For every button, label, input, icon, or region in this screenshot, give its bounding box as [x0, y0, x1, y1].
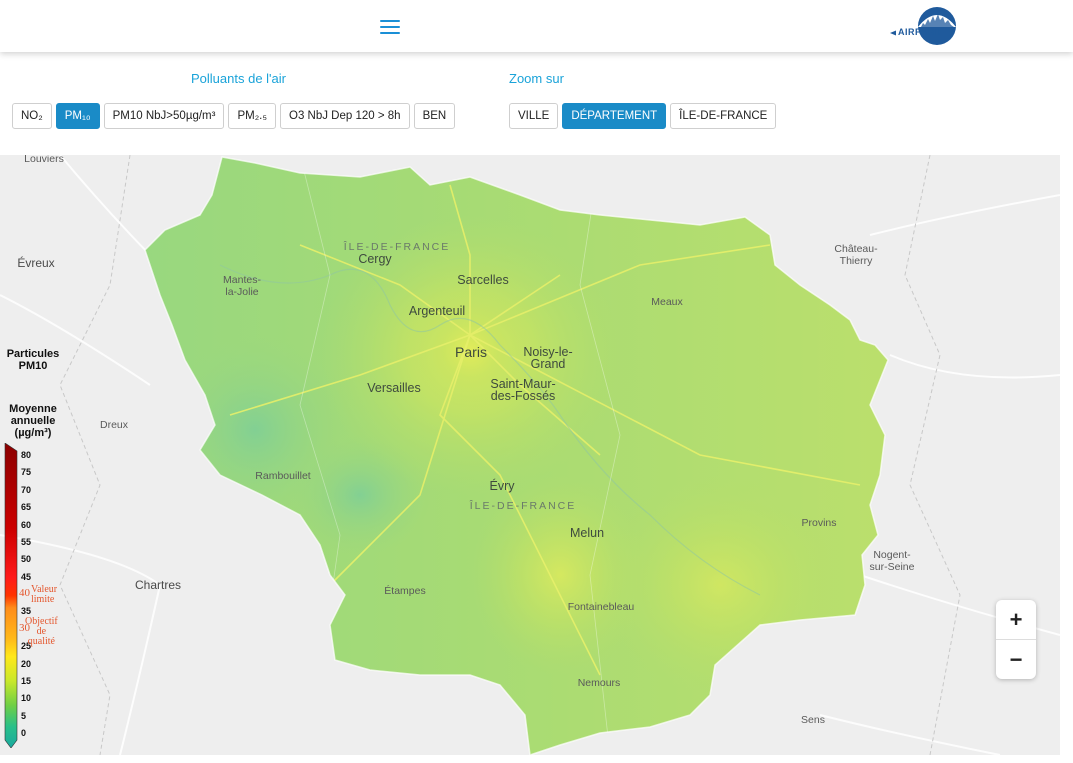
label-evreux: Évreux: [17, 256, 55, 270]
airparif-logo[interactable]: AIRPARIF: [888, 5, 960, 47]
label-fontainebleau: Fontainebleau: [567, 601, 635, 613]
pollutant-button-3[interactable]: PM₂.₅: [228, 103, 276, 129]
map-graphic: [0, 155, 1060, 755]
legend-tick-10: 10: [21, 693, 32, 704]
label-versailles: Versailles: [367, 381, 421, 395]
label-nogent-sur-seine: Nogent- sur-Seine: [869, 549, 915, 573]
legend-tick-50: 50: [21, 554, 32, 565]
zoom-button-group: VILLE DÉPARTEMENT ÎLE-DE-FRANCE: [509, 103, 780, 129]
label-melun: Melun: [569, 526, 605, 540]
legend-tick-45: 45: [21, 571, 32, 582]
zoom-level-button-2[interactable]: ÎLE-DE-FRANCE: [670, 103, 777, 129]
legend-tick-55: 55: [21, 536, 32, 547]
pollutant-button-4[interactable]: O3 NbJ Dep 120 > 8h: [280, 103, 410, 129]
pollutant-button-1[interactable]: PM₁₀: [55, 103, 100, 129]
legend-subtitle: Moyenne annuelle (µg/m³): [9, 403, 57, 439]
logo-text: AIRPARIF: [898, 27, 944, 37]
legend-tick-20: 20: [21, 658, 32, 669]
label-noisy-le-grand: Noisy-le- Grand: [523, 345, 573, 371]
legend-tick-35: 35: [21, 606, 32, 617]
legend-title: Particules PM10: [6, 348, 60, 372]
label-argenteuil: Argenteuil: [408, 304, 466, 318]
airparif-logo-graphic: [890, 7, 956, 45]
pollutant-button-2[interactable]: PM10 NbJ>50µg/m³: [103, 103, 225, 129]
label-meaux: Meaux: [651, 296, 683, 308]
pollutant-button-0[interactable]: NO₂: [12, 103, 52, 129]
menu-icon[interactable]: [380, 17, 400, 35]
pollution-map[interactable]: Louviers Évreux Dreux Chartres Château- …: [0, 155, 1060, 755]
legend-tick-70: 70: [21, 484, 32, 495]
label-sens: Sens: [801, 714, 825, 726]
pollutant-button-5[interactable]: BEN: [413, 103, 456, 129]
zoom-control: + −: [996, 600, 1036, 679]
label-chateau-thierry: Château- Thierry: [834, 243, 878, 267]
label-provins: Provins: [801, 517, 837, 529]
label-mantes-la-jolie: Mantes- la-Jolie: [223, 274, 261, 298]
legend-color-bar: [4, 443, 18, 748]
legend-valeur-limite: Valeur limite: [31, 584, 58, 605]
label-dreux: Dreux: [99, 419, 129, 431]
label-saint-maur-des-fosses: Saint-Maur- des-Fossés: [490, 377, 556, 403]
legend-tick-5: 5: [21, 710, 27, 721]
pollutant-button-group: NO₂ PM₁₀ PM10 NbJ>50µg/m³ PM₂.₅ O3 NbJ Dep 1…: [12, 103, 459, 129]
label-paris: Paris: [455, 344, 487, 360]
zoom-level-button-1[interactable]: DÉPARTEMENT: [562, 103, 667, 129]
label-nemours: Nemours: [577, 677, 621, 689]
zoom-title: Zoom sur: [509, 71, 564, 86]
legend-objectif-qualite: Objectif de qualité: [25, 616, 58, 647]
top-navigation-bar: AIRPARIF: [0, 0, 1073, 52]
label-evry: Évry: [489, 479, 515, 493]
legend-tick-0: 0: [21, 728, 27, 738]
zoom-in-button[interactable]: +: [996, 600, 1036, 639]
legend-tick-15: 15: [21, 675, 32, 686]
label-etampes: Étampes: [384, 585, 426, 597]
legend-tick-40: 40: [19, 587, 30, 599]
label-sarcelles: Sarcelles: [457, 273, 509, 287]
pollutants-title: Polluants de l'air: [191, 71, 286, 86]
zoom-level-button-0[interactable]: VILLE: [509, 103, 559, 129]
legend-tick-80: 80: [21, 450, 32, 460]
label-rambouillet: Rambouillet: [255, 470, 311, 482]
legend-tick-60: 60: [21, 519, 32, 530]
label-cergy: Cergy: [358, 252, 392, 266]
legend-tick-65: 65: [21, 502, 32, 513]
label-region-south: ÎLE-DE-FRANCE: [469, 500, 577, 512]
label-chartres: Chartres: [134, 578, 182, 592]
label-louviers: Louviers: [24, 155, 64, 165]
legend-tick-75: 75: [21, 467, 32, 478]
zoom-out-button[interactable]: −: [996, 640, 1036, 679]
